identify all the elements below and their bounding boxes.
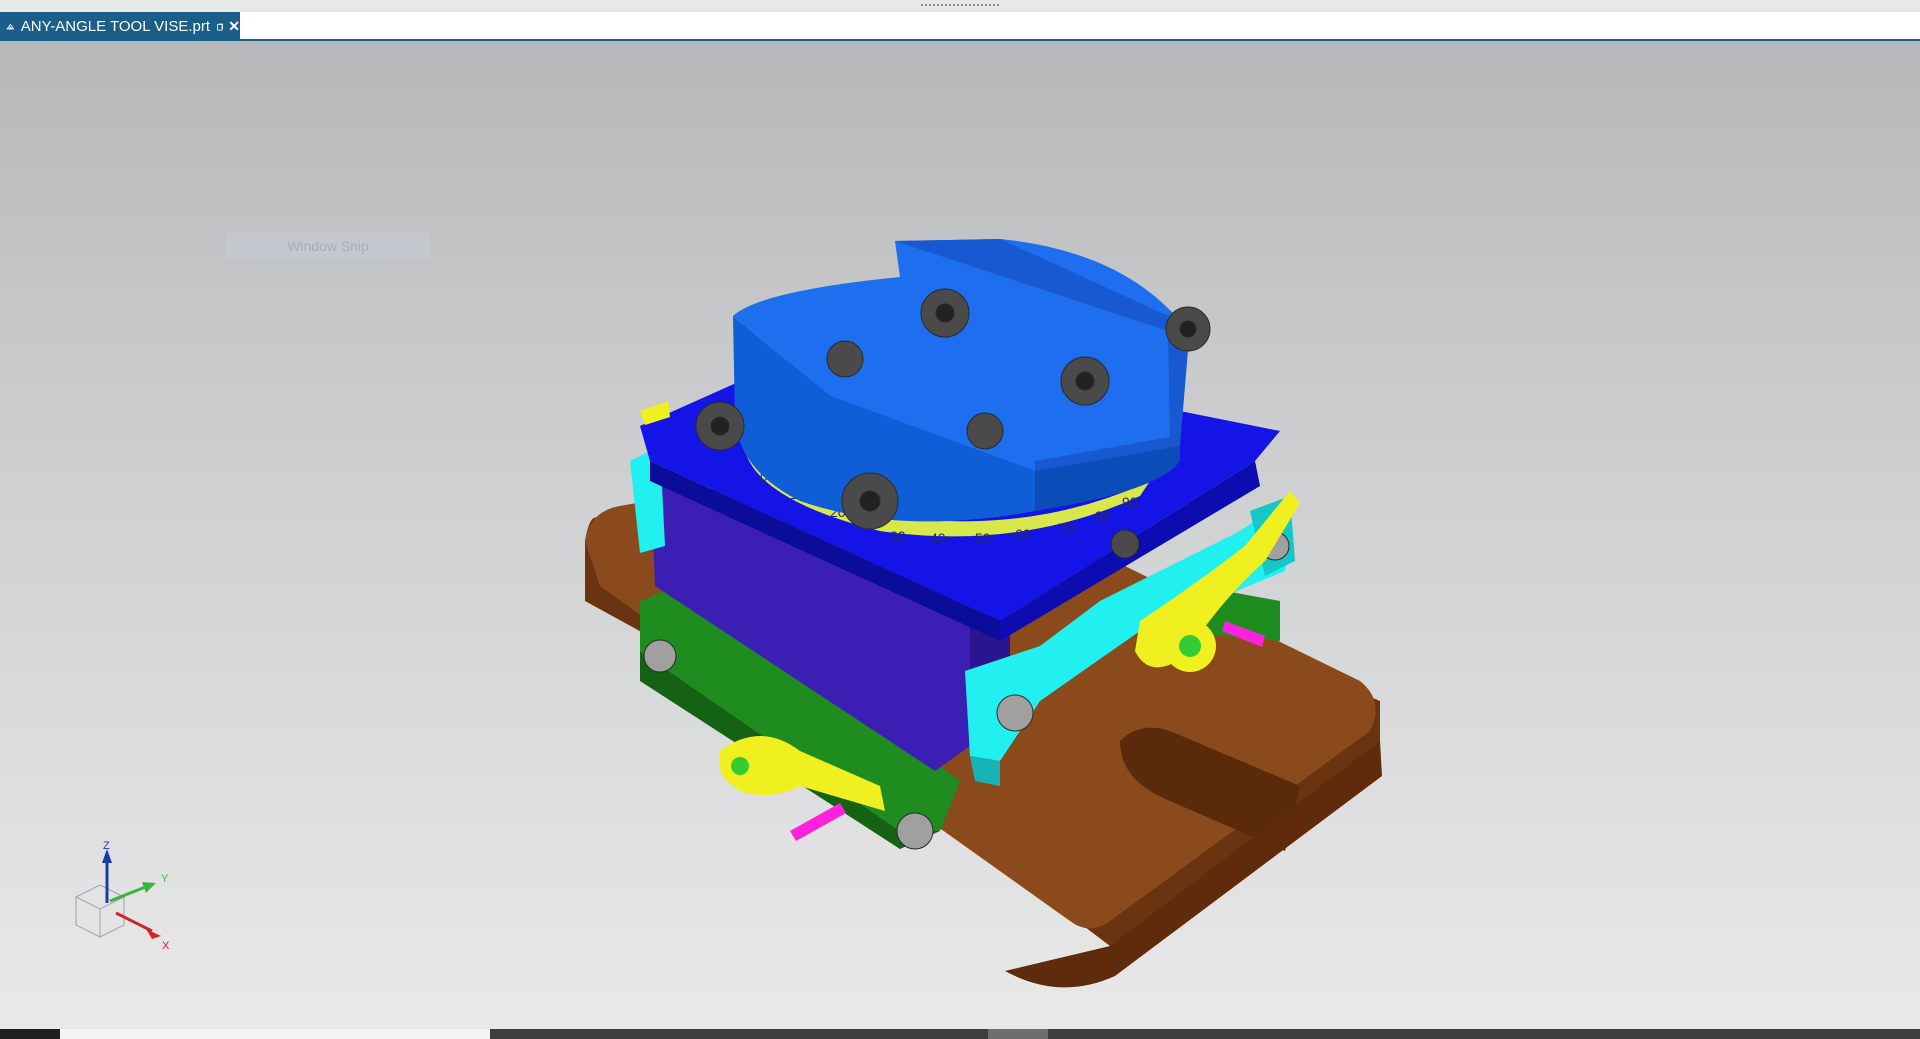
graphics-viewport[interactable]: Window Snip 20 30 40 50 60 70 80 90 Z Y … <box>0 41 1920 1029</box>
restore-window-icon[interactable] <box>217 21 223 33</box>
nx-part-icon <box>6 23 15 30</box>
top-strip <box>0 0 1920 12</box>
dial-tick-label: 60 <box>1015 526 1031 542</box>
dial-tick-label: 90 <box>1122 494 1138 510</box>
status-bar <box>0 1029 1920 1039</box>
vise-jaw <box>733 239 1190 522</box>
document-tab[interactable]: ANY-ANGLE TOOL VISE.prt ✕ <box>0 12 240 41</box>
y-axis-label: Y <box>161 873 169 885</box>
dial-tick-label: 70 <box>1058 520 1074 536</box>
status-message-area <box>60 1029 490 1039</box>
dial-tick-label: 40 <box>930 530 946 546</box>
status-segment <box>0 1029 60 1039</box>
coordinate-triad: Z Y X <box>74 841 170 952</box>
vise-3d-model[interactable]: 0 10 20 30 40 50 60 70 80 90 <box>0 41 1920 1029</box>
status-segment <box>988 1029 1048 1039</box>
document-tab-bar: ANY-ANGLE TOOL VISE.prt ✕ <box>0 12 1920 41</box>
z-axis-label: Z <box>103 841 110 852</box>
dial-tick-label: 30 <box>890 528 906 544</box>
document-tab-title: ANY-ANGLE TOOL VISE.prt <box>20 18 211 35</box>
dial-tick-label: 50 <box>975 530 991 546</box>
x-axis-label: X <box>162 940 170 952</box>
close-icon[interactable]: ✕ <box>228 18 240 35</box>
splitter-grip[interactable] <box>920 3 1000 8</box>
dial-tick-label: 80 <box>1095 508 1111 524</box>
